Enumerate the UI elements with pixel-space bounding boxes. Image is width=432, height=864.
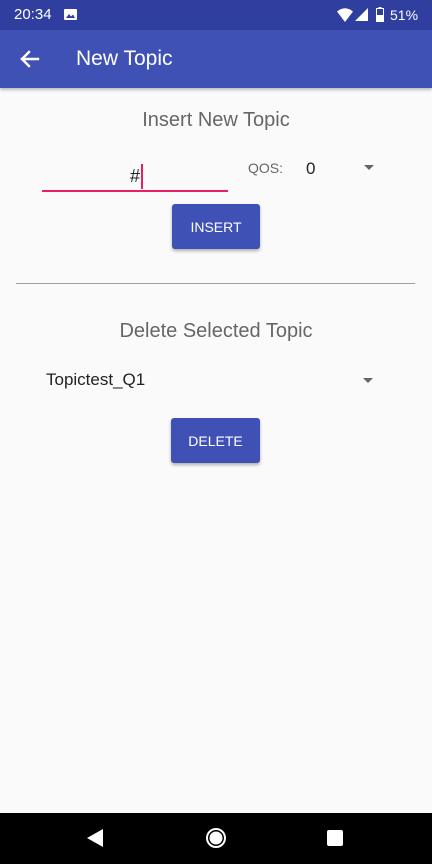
qos-selected-value: 0 (306, 159, 316, 178)
battery-percentage: 51% (390, 7, 419, 23)
signal-icon (355, 8, 368, 21)
chevron-down-icon (363, 378, 373, 383)
page-title: New Topic (76, 47, 173, 70)
app-bar: New Topic (0, 30, 432, 88)
arrow-left-icon (20, 50, 40, 68)
text-cursor (141, 164, 143, 189)
nav-back-icon[interactable] (87, 829, 103, 847)
topic-input-value: # (129, 166, 140, 186)
qos-dropdown[interactable]: 0 (298, 152, 382, 184)
topic-selected-value: Topictest_Q1 (46, 370, 146, 389)
section-divider (16, 283, 415, 284)
status-bar: 20:34 51% (0, 0, 432, 30)
qos-label: QOS: (248, 160, 284, 176)
delete-button[interactable]: DELETE (171, 418, 260, 463)
image-notification-icon (64, 9, 77, 20)
insert-section-title: Insert New Topic (142, 109, 290, 131)
chevron-down-icon (364, 165, 374, 170)
back-button[interactable] (14, 44, 46, 74)
nav-recents-icon[interactable] (327, 830, 343, 846)
topic-input[interactable]: # (42, 160, 228, 192)
topic-dropdown[interactable]: Topictest_Q1 (38, 362, 382, 398)
wifi-icon (337, 8, 353, 22)
insert-button[interactable]: INSERT (172, 204, 260, 249)
battery-icon (376, 7, 384, 22)
nav-home-icon[interactable] (205, 827, 227, 849)
status-time: 20:34 (14, 6, 52, 23)
delete-section-title: Delete Selected Topic (119, 320, 313, 342)
